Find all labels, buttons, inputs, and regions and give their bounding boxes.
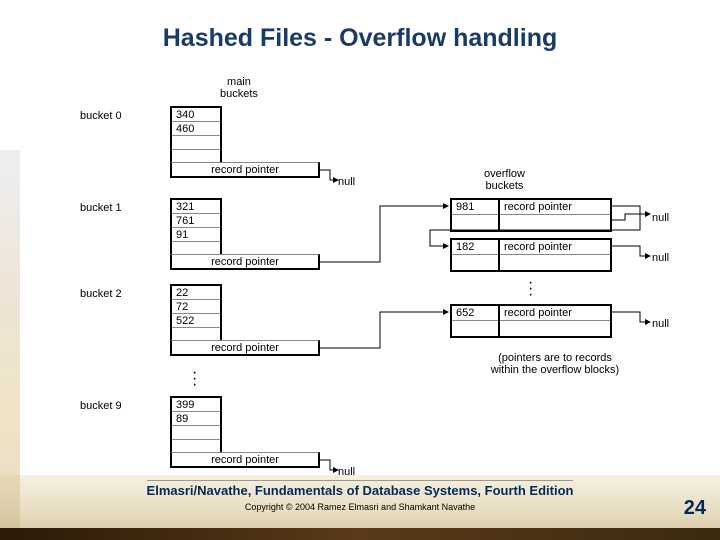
bucket0-row2 bbox=[172, 136, 220, 150]
overflow-buckets-label: overflow buckets bbox=[484, 168, 525, 192]
bucket9-label: bucket 9 bbox=[80, 400, 122, 412]
null-182: null bbox=[652, 252, 669, 264]
ovf981-blank bbox=[452, 215, 498, 230]
bucket2-label: bucket 2 bbox=[80, 288, 122, 300]
bucket0-row0: 340 bbox=[172, 108, 220, 122]
null-652: null bbox=[652, 318, 669, 330]
bucket1-table: 321 761 91 bbox=[170, 198, 222, 258]
bucket2-row2: 522 bbox=[172, 314, 220, 328]
bucket0-row1: 460 bbox=[172, 122, 220, 136]
bucket9-row0: 399 bbox=[172, 398, 220, 412]
ovf981-blank2 bbox=[500, 215, 610, 230]
null-0: null bbox=[338, 176, 355, 188]
ellipsis-overflow: ··· bbox=[528, 280, 533, 298]
bucket2-row0: 22 bbox=[172, 286, 220, 300]
footer-copyright: Copyright © 2004 Ramez Elmasri and Shamk… bbox=[0, 502, 720, 512]
bucket2-table: 22 72 522 bbox=[170, 284, 222, 344]
bucket0-label: bucket 0 bbox=[80, 110, 122, 122]
ovf652-blank bbox=[452, 321, 498, 336]
decorative-bottom-bar bbox=[0, 528, 720, 540]
overflow-182: 182 record pointer bbox=[450, 238, 612, 272]
bucket0-table: 340 460 bbox=[170, 106, 222, 166]
page-number: 24 bbox=[684, 497, 706, 520]
footer: Elmasri/Navathe, Fundamentals of Databas… bbox=[0, 480, 720, 512]
overflow-652: 652 record pointer bbox=[450, 304, 612, 338]
bucket1-row2: 91 bbox=[172, 228, 220, 242]
hash-overflow-diagram: main buckets overflow buckets bucket 0 3… bbox=[80, 82, 690, 482]
ovf652-blank2 bbox=[500, 321, 610, 336]
bucket1-pointer: record pointer bbox=[170, 254, 320, 270]
bucket9-table: 399 89 bbox=[170, 396, 222, 456]
ovf981-ptr: record pointer bbox=[500, 200, 610, 215]
bucket0-pointer: record pointer bbox=[170, 162, 320, 178]
bucket1-row1: 761 bbox=[172, 214, 220, 228]
ovf981-key: 981 bbox=[452, 200, 498, 215]
bucket2-row1: 72 bbox=[172, 300, 220, 314]
bucket1-row0: 321 bbox=[172, 200, 220, 214]
ovf652-ptr: record pointer bbox=[500, 306, 610, 321]
bucket1-label: bucket 1 bbox=[80, 202, 122, 214]
ovf182-key: 182 bbox=[452, 240, 498, 255]
null-981: null bbox=[652, 212, 669, 224]
footer-credit: Elmasri/Navathe, Fundamentals of Databas… bbox=[147, 480, 574, 498]
overflow-note: (pointers are to records within the over… bbox=[480, 352, 630, 376]
main-buckets-label: main buckets bbox=[220, 76, 258, 100]
ovf182-blank2 bbox=[500, 255, 610, 270]
ovf182-ptr: record pointer bbox=[500, 240, 610, 255]
bucket9-row1: 89 bbox=[172, 412, 220, 426]
bucket9-row2 bbox=[172, 426, 220, 440]
bucket9-pointer: record pointer bbox=[170, 452, 320, 468]
bucket2-pointer: record pointer bbox=[170, 340, 320, 356]
slide-title: Hashed Files - Overflow handling bbox=[0, 24, 720, 53]
ovf182-blank bbox=[452, 255, 498, 270]
overflow-981: 981 record pointer bbox=[450, 198, 612, 232]
ovf652-key: 652 bbox=[452, 306, 498, 321]
ellipsis-main: ··· bbox=[192, 370, 197, 388]
null-9: null bbox=[338, 466, 355, 478]
